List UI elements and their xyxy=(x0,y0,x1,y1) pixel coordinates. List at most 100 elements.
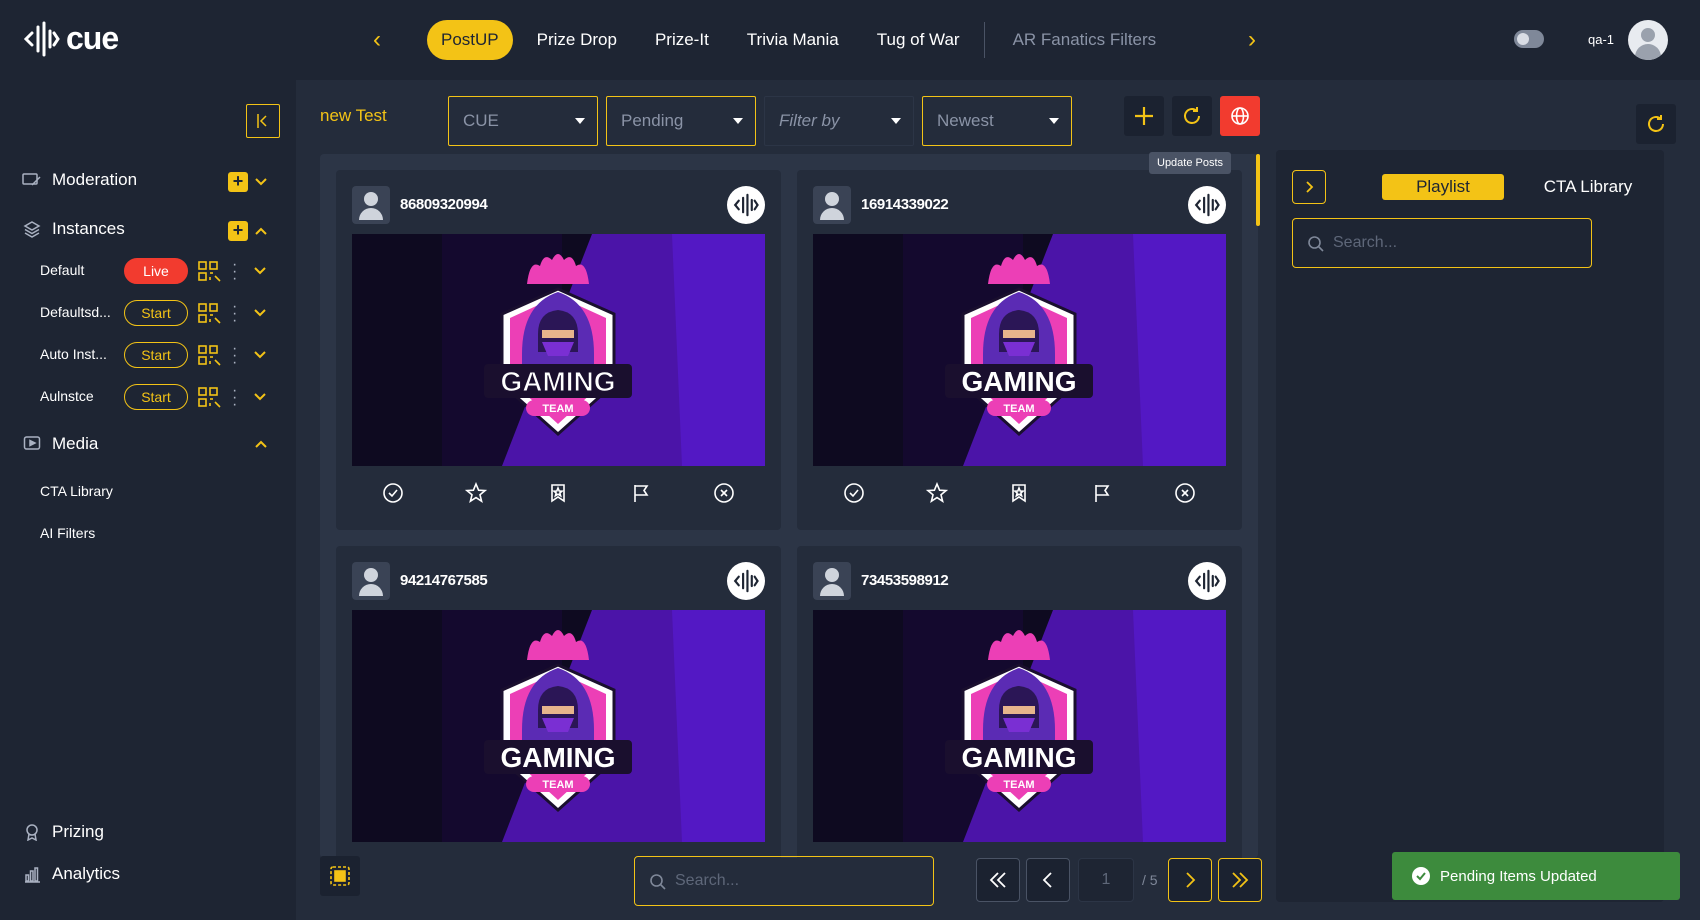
prev-page-button[interactable] xyxy=(1026,858,1070,902)
logo-team-text: TEAM xyxy=(542,779,573,791)
reject-icon[interactable] xyxy=(712,481,736,505)
app-logo[interactable]: cue xyxy=(24,20,119,57)
post-card[interactable]: 73453598912 GAMING TEAM xyxy=(797,546,1242,858)
playlist-search[interactable] xyxy=(1292,218,1592,268)
qr-code-icon[interactable] xyxy=(198,261,222,283)
tab-tug-of-war[interactable]: Tug of War xyxy=(863,20,974,60)
logo-team-text: TEAM xyxy=(542,403,573,415)
logo-text: cue xyxy=(66,20,119,56)
more-options-icon[interactable]: · · · xyxy=(232,341,238,371)
start-button[interactable]: Start xyxy=(124,300,188,326)
tab-ar-fanatics-filters[interactable]: AR Fanatics Filters xyxy=(999,20,1171,60)
qr-code-icon[interactable] xyxy=(198,345,222,367)
flag-icon[interactable] xyxy=(629,481,653,505)
caret-down-icon xyxy=(1049,118,1059,124)
source-select[interactable]: CUE xyxy=(448,96,598,146)
first-page-button[interactable] xyxy=(976,858,1020,902)
qr-code-icon[interactable] xyxy=(198,303,222,325)
tab-prize-drop[interactable]: Prize Drop xyxy=(523,20,631,60)
sidebar-collapse-button[interactable] xyxy=(246,104,280,138)
more-options-icon[interactable]: · · · xyxy=(232,257,238,287)
nav-next-arrow-icon[interactable]: › xyxy=(1242,28,1262,52)
chevron-up-icon[interactable] xyxy=(253,436,269,452)
post-user-id: 94214767585 xyxy=(400,572,488,589)
add-moderation-button[interactable]: + xyxy=(228,172,248,192)
last-page-button[interactable] xyxy=(1218,858,1262,902)
user-name: qa-1 xyxy=(1588,32,1615,47)
success-toast[interactable]: Pending Items Updated xyxy=(1392,852,1680,900)
instance-row[interactable]: Defaultsd... Start · · · xyxy=(0,298,296,329)
source-select-value: CUE xyxy=(463,111,499,130)
approve-icon[interactable] xyxy=(381,481,405,505)
sidebar-item-analytics[interactable]: Analytics xyxy=(22,864,120,884)
select-all-button[interactable] xyxy=(320,856,360,896)
instance-row[interactable]: Auto Inst... Start · · · xyxy=(0,340,296,371)
bookmark-icon[interactable] xyxy=(1007,481,1031,505)
feed-search[interactable] xyxy=(634,856,934,906)
post-card[interactable]: 94214767585 GAMING TEAM xyxy=(336,546,781,858)
update-posts-button[interactable] xyxy=(1172,96,1212,136)
cue-logo-icon xyxy=(24,21,60,56)
sort-select[interactable]: Newest xyxy=(922,96,1072,146)
post-actions xyxy=(352,478,765,508)
bookmark-icon[interactable] xyxy=(546,481,570,505)
globe-filter-button[interactable] xyxy=(1220,96,1260,136)
instance-name: Default xyxy=(40,262,85,278)
star-icon[interactable] xyxy=(464,481,488,505)
sidebar-item-ai-filters[interactable]: AI Filters xyxy=(40,525,95,541)
select-all-icon xyxy=(330,866,350,886)
theme-toggle[interactable] xyxy=(1514,30,1544,48)
start-button[interactable]: Start xyxy=(124,342,188,368)
approve-icon[interactable] xyxy=(842,481,866,505)
avatar[interactable] xyxy=(1628,20,1668,60)
tab-playlist[interactable]: Playlist xyxy=(1382,174,1504,200)
live-status-badge[interactable]: Live xyxy=(124,258,188,284)
chevron-down-icon[interactable] xyxy=(253,174,269,190)
cue-source-icon xyxy=(727,562,765,600)
sidebar-item-moderation[interactable]: Moderation xyxy=(22,170,137,190)
more-options-icon[interactable]: · · · xyxy=(232,299,238,329)
tab-trivia-mania[interactable]: Trivia Mania xyxy=(733,20,853,60)
instance-row[interactable]: Aulnstce Start · · · xyxy=(0,382,296,413)
flag-icon[interactable] xyxy=(1090,481,1114,505)
chevron-down-icon[interactable] xyxy=(252,305,268,321)
reject-icon[interactable] xyxy=(1173,481,1197,505)
sidebar-item-prizing[interactable]: Prizing xyxy=(22,822,104,842)
instance-row[interactable]: Default Live · · · xyxy=(0,256,296,287)
chevron-down-icon[interactable] xyxy=(252,347,268,363)
playlist-search-input[interactable] xyxy=(1333,219,1581,267)
next-page-button[interactable] xyxy=(1168,858,1212,902)
playlist-refresh-button[interactable] xyxy=(1636,104,1676,144)
post-card[interactable]: 16914339022 GAMING TEAM xyxy=(797,170,1242,530)
chevron-down-icon[interactable] xyxy=(252,263,268,279)
feed-search-input[interactable] xyxy=(675,857,923,905)
post-card[interactable]: 86809320994 GAMING TEAM xyxy=(336,170,781,530)
tab-cta-library[interactable]: CTA Library xyxy=(1528,174,1648,200)
more-options-icon[interactable]: · · · xyxy=(232,383,238,413)
post-image[interactable]: GAMING TEAM xyxy=(352,610,765,842)
sidebar-item-media[interactable]: Media xyxy=(22,434,98,454)
nav-prev-arrow-icon[interactable]: ‹ xyxy=(367,28,387,52)
feed-scrollbar-thumb[interactable] xyxy=(1256,154,1260,226)
post-image[interactable]: GAMING TEAM xyxy=(813,610,1226,842)
refresh-icon xyxy=(1184,107,1200,124)
post-image[interactable]: GAMING TEAM xyxy=(352,234,765,466)
tab-prize-it[interactable]: Prize-It xyxy=(641,20,723,60)
tab-postup[interactable]: PostUP xyxy=(427,20,513,60)
post-image[interactable]: GAMING TEAM xyxy=(813,234,1226,466)
sidebar-item-instances[interactable]: Instances xyxy=(22,219,125,239)
qr-code-icon[interactable] xyxy=(198,387,222,409)
star-icon[interactable] xyxy=(925,481,949,505)
sidebar-item-cta-library[interactable]: CTA Library xyxy=(40,483,113,499)
status-select[interactable]: Pending xyxy=(606,96,756,146)
chevron-down-icon[interactable] xyxy=(252,389,268,405)
add-post-button[interactable] xyxy=(1124,96,1164,136)
chevron-up-icon[interactable] xyxy=(253,223,269,239)
current-page-input[interactable]: 1 xyxy=(1078,858,1134,902)
add-instance-button[interactable]: + xyxy=(228,221,248,241)
feed-scrollbar[interactable] xyxy=(1256,154,1260,858)
posts-feed[interactable]: 86809320994 GAMING TEAM 16914339022 GAMI… xyxy=(320,154,1258,858)
filter-by-select[interactable]: Filter by xyxy=(764,96,914,146)
start-button[interactable]: Start xyxy=(124,384,188,410)
panel-expand-button[interactable] xyxy=(1292,170,1326,204)
